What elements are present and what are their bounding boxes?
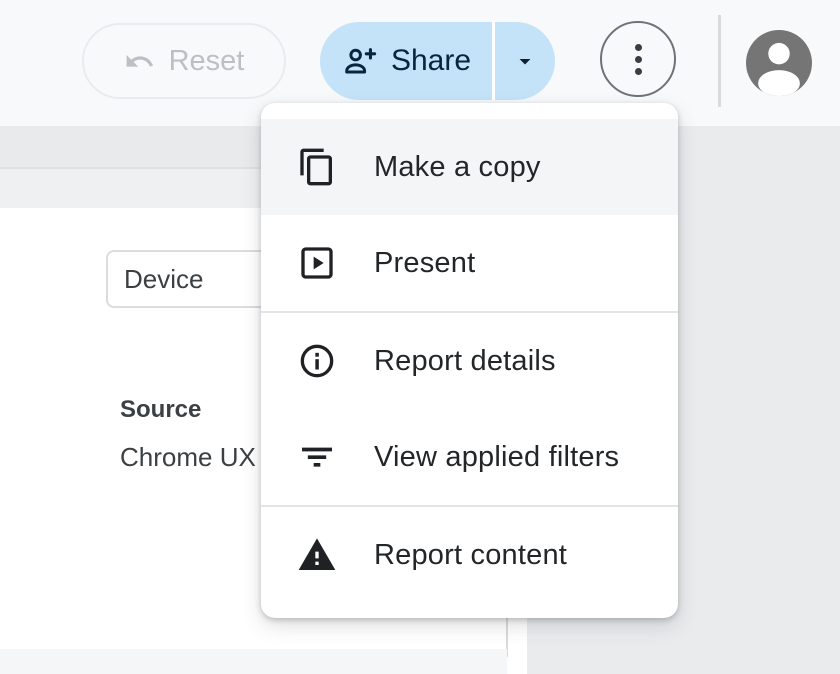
caret-down-icon [512, 48, 538, 74]
present-icon [297, 243, 337, 283]
undo-icon [124, 46, 155, 77]
menu-item-label: Present [374, 247, 475, 280]
menu-item-report-details[interactable]: Report details [261, 313, 678, 409]
person-icon [746, 30, 812, 96]
menu-item-label: Report details [374, 345, 556, 378]
share-button-label: Share [391, 44, 471, 78]
more-options-menu: Make a copy Present Report details Vi [261, 103, 678, 618]
toolbar-divider [718, 15, 721, 107]
device-filter-label: Device [124, 264, 203, 295]
menu-item-present[interactable]: Present [261, 215, 678, 311]
menu-item-view-applied-filters[interactable]: View applied filters [261, 409, 678, 505]
share-button[interactable]: Share [320, 22, 492, 100]
avatar[interactable] [746, 30, 812, 96]
more-options-button[interactable] [600, 21, 676, 97]
reset-button-label: Reset [169, 45, 245, 78]
menu-item-label: Make a copy [374, 151, 541, 184]
share-dropdown-button[interactable] [495, 22, 555, 100]
filter-icon [297, 437, 337, 477]
menu-item-report-content[interactable]: Report content [261, 507, 678, 603]
copy-icon [297, 147, 337, 187]
info-icon [297, 341, 337, 381]
device-filter-control[interactable]: Device [106, 250, 278, 308]
three-dot-menu-icon [635, 44, 642, 75]
menu-item-label: View applied filters [374, 441, 619, 474]
reset-button[interactable]: Reset [82, 23, 286, 99]
source-label: Source [120, 396, 201, 424]
person-add-icon [341, 43, 378, 80]
bottom-canvas-margin [0, 649, 507, 674]
menu-item-make-a-copy[interactable]: Make a copy [261, 119, 678, 215]
source-value: Chrome UX R [120, 442, 282, 473]
warning-icon [297, 535, 337, 575]
share-split-button[interactable]: Share [320, 22, 555, 100]
menu-item-label: Report content [374, 539, 567, 572]
